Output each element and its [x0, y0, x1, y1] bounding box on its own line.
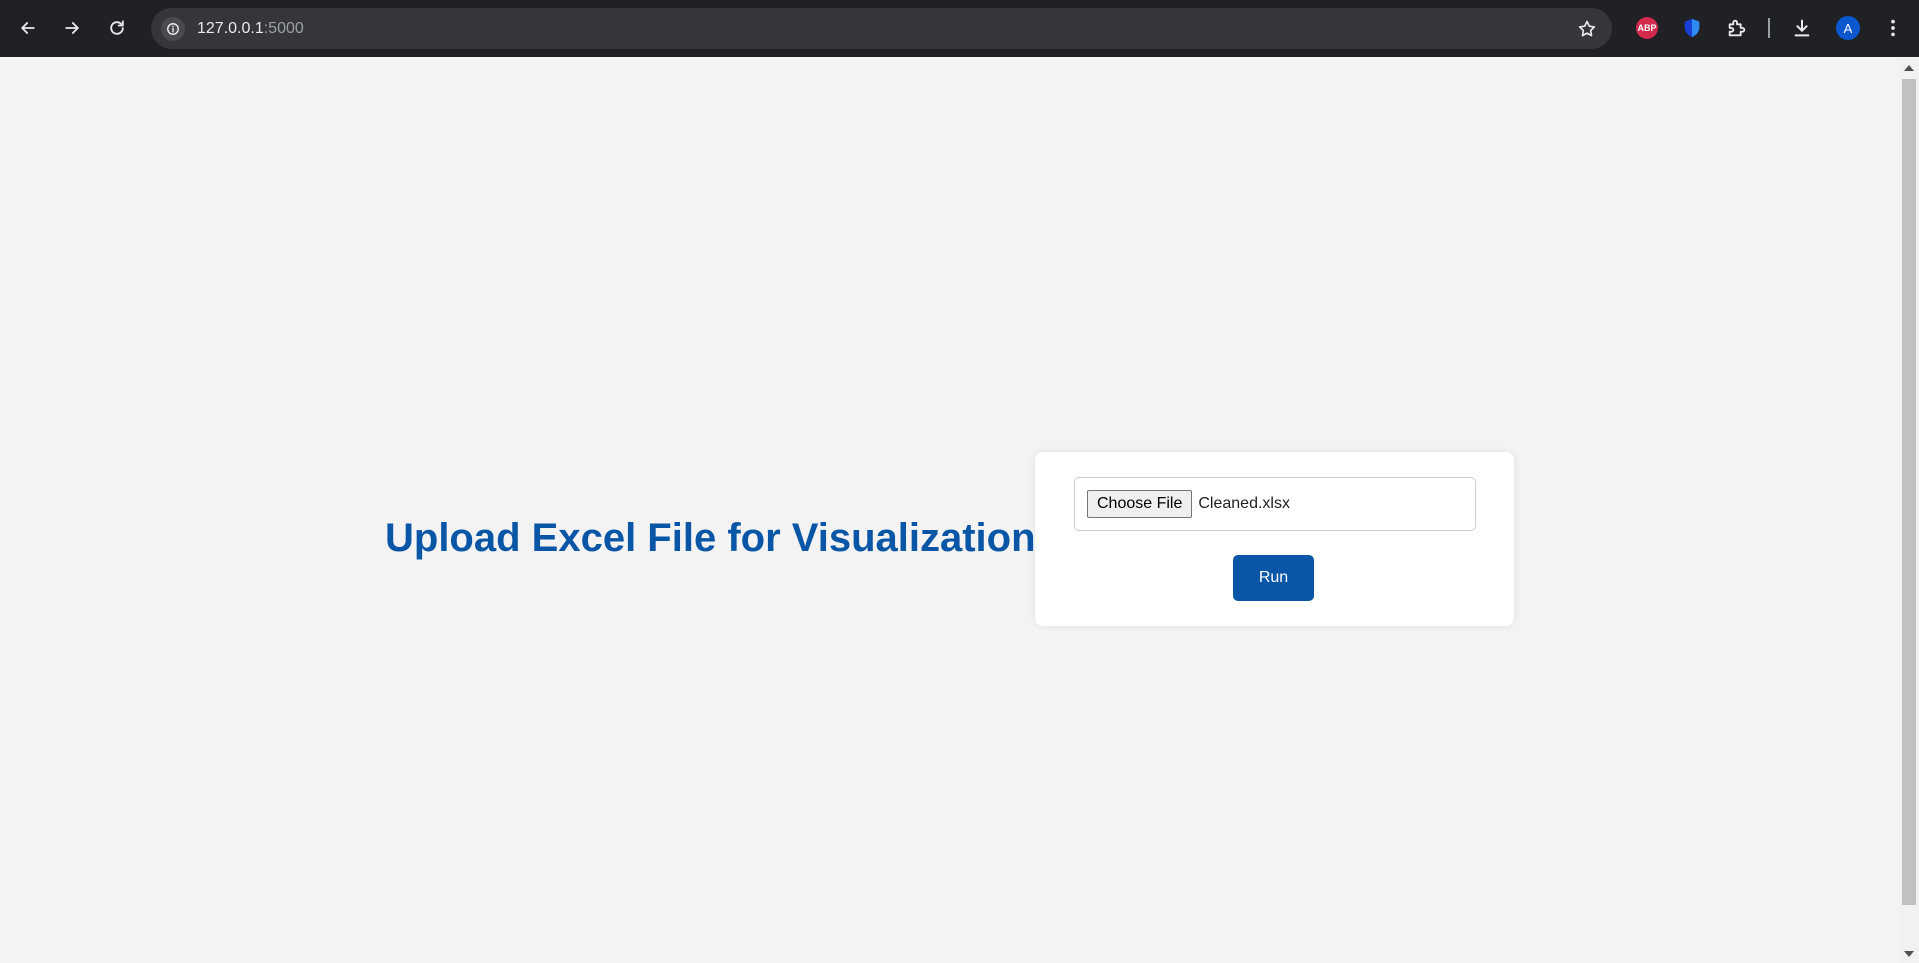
avatar-initial: A: [1836, 16, 1860, 40]
toolbar-divider: [1768, 18, 1770, 38]
url-text[interactable]: 127.0.0.1:5000: [197, 19, 304, 39]
address-bar[interactable]: 127.0.0.1:5000: [151, 8, 1612, 49]
vertical-scrollbar[interactable]: [1899, 57, 1919, 963]
url-port: :5000: [263, 20, 304, 37]
upload-form-card: Choose File Cleaned.xlsx Run: [1035, 452, 1514, 626]
file-input[interactable]: Choose File Cleaned.xlsx: [1074, 477, 1476, 531]
page-title: Upload Excel File for Visualization: [385, 516, 1036, 560]
page-viewport: [0, 57, 1899, 963]
back-arrow-icon[interactable]: [14, 14, 42, 42]
choose-file-button[interactable]: Choose File: [1087, 490, 1193, 518]
browser-toolbar: 127.0.0.1:5000 ABP A: [0, 0, 1919, 57]
scroll-thumb[interactable]: [1902, 79, 1916, 905]
puzzle-icon[interactable]: [1724, 15, 1750, 41]
reload-icon[interactable]: [103, 14, 131, 42]
info-icon[interactable]: [161, 17, 185, 41]
kebab-menu-icon[interactable]: [1880, 15, 1906, 41]
download-icon[interactable]: [1789, 15, 1815, 41]
abp-icon[interactable]: ABP: [1634, 15, 1660, 41]
shield-icon[interactable]: [1679, 15, 1705, 41]
scroll-up-icon[interactable]: [1904, 65, 1914, 71]
star-icon[interactable]: [1576, 18, 1598, 40]
avatar[interactable]: A: [1835, 15, 1861, 41]
run-button[interactable]: Run: [1233, 555, 1314, 601]
scroll-down-icon[interactable]: [1904, 951, 1914, 957]
selected-file-name: Cleaned.xlsx: [1198, 495, 1290, 512]
abp-label: ABP: [1636, 17, 1658, 39]
url-host: 127.0.0.1: [197, 20, 264, 37]
forward-arrow-icon[interactable]: [58, 14, 86, 42]
